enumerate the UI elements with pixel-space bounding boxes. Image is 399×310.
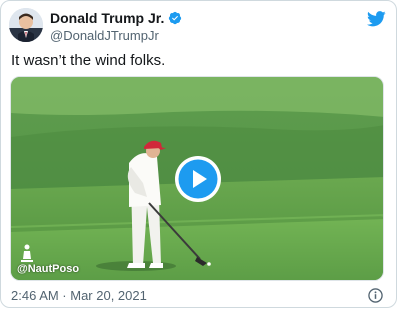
verified-badge-icon [169,11,182,25]
tweet-card[interactable]: Donald Trump Jr. @DonaldJTrumpJr It wasn… [0,0,397,308]
play-button[interactable] [174,155,222,203]
watermark-figure-icon [20,243,34,263]
tweet-text: It wasn’t the wind folks. [11,52,166,69]
author-handle[interactable]: @DonaldJTrumpJr [50,28,159,44]
video-watermark: @NautPoso [17,263,80,275]
avatar[interactable] [9,8,43,42]
avatar-image [9,8,43,42]
tweet-timestamp[interactable]: 2:46 AM · Mar 20, 2021 [11,288,147,304]
video-player[interactable]: @NautPoso [10,76,384,281]
author-name-row[interactable]: Donald Trump Jr. [50,9,182,27]
twitter-bird-icon[interactable] [367,11,386,27]
info-icon[interactable] [368,288,383,303]
play-icon[interactable] [174,155,222,203]
author-display-name[interactable]: Donald Trump Jr. [50,9,164,27]
